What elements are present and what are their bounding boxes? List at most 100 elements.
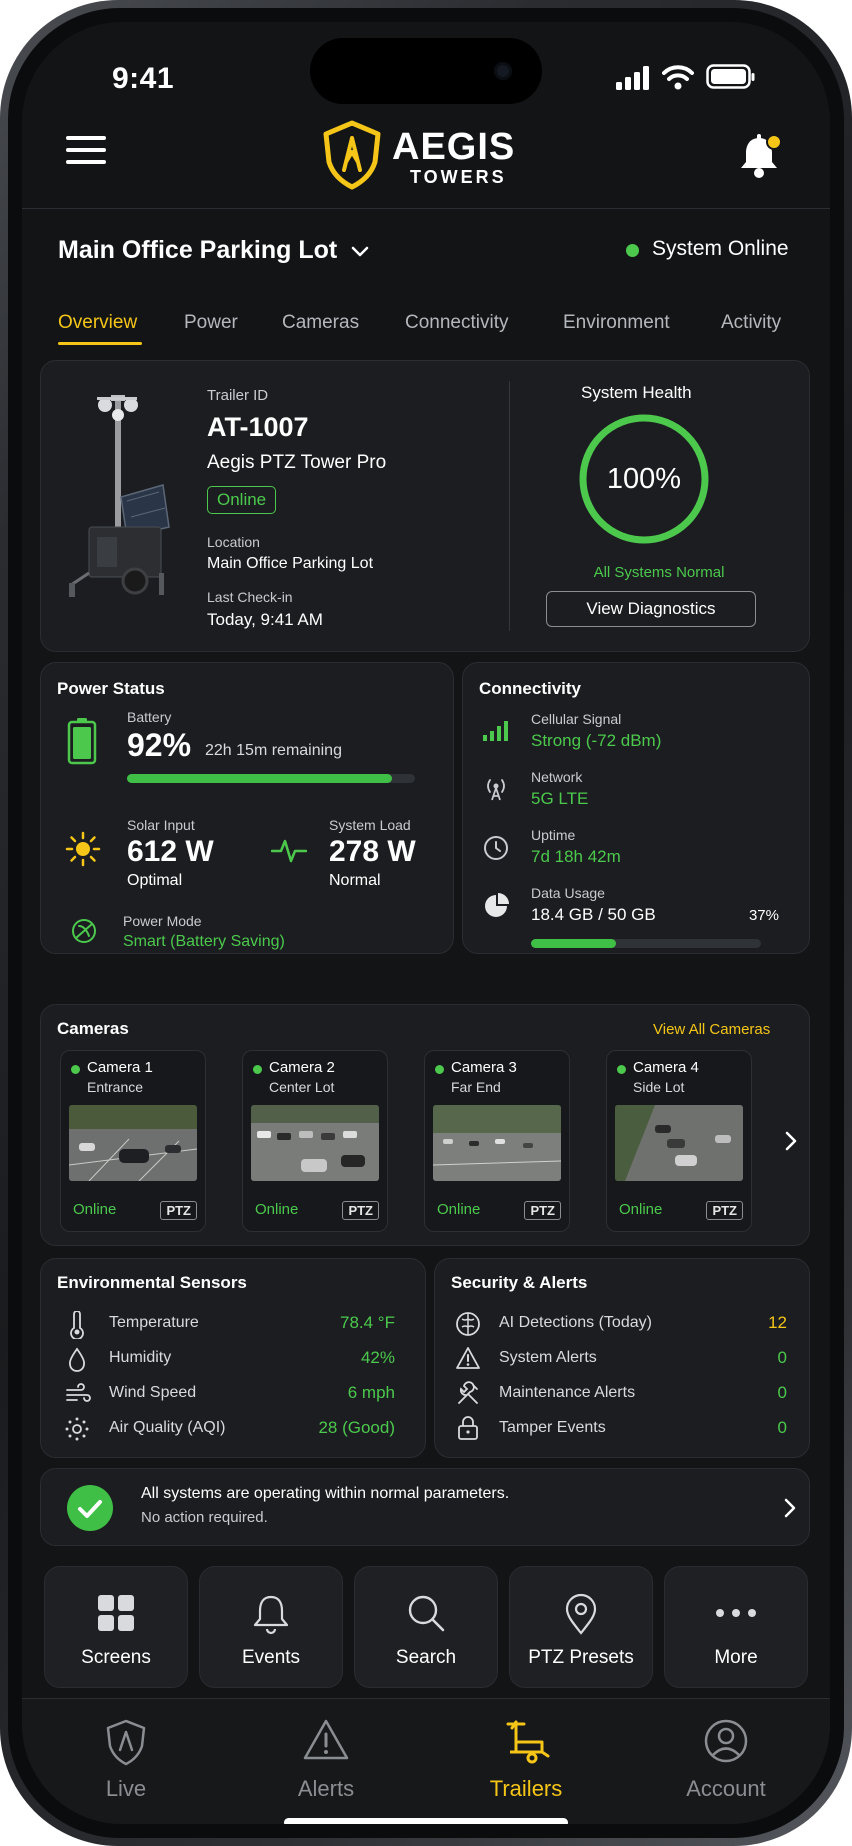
alert-label: Tamper Events	[499, 1419, 606, 1436]
sensor-value: 78.4 °F	[340, 1313, 395, 1332]
tab-cameras[interactable]: Cameras	[282, 312, 359, 334]
ptz-presets-button[interactable]: PTZ Presets	[509, 1566, 653, 1688]
sensor-value: 28 (Good)	[318, 1418, 395, 1437]
load-status: Normal	[329, 872, 381, 889]
camera-feed-thumbnail	[251, 1105, 379, 1181]
location-label: Location	[207, 534, 260, 550]
shield-icon	[106, 1719, 146, 1766]
dynamic-island	[310, 38, 542, 104]
wifi-icon	[662, 65, 694, 90]
camera-name: Camera 4	[633, 1059, 699, 1076]
ptz-badge: PTZ	[524, 1201, 561, 1220]
tab-power[interactable]: Power	[184, 312, 238, 334]
alert-label: System Alerts	[499, 1349, 597, 1366]
chevron-right-icon	[784, 1498, 796, 1518]
pie-chart-icon	[485, 893, 509, 917]
sensor-value: 42%	[360, 1348, 395, 1367]
nav-live-label: Live	[105, 1776, 147, 1801]
banner-subtitle: No action required.	[141, 1509, 268, 1526]
battery-bar	[127, 774, 415, 783]
camera-status: Online	[619, 1201, 663, 1218]
load-label: System Load	[329, 817, 411, 833]
site-selector[interactable]: Main Office Parking Lot	[58, 236, 337, 265]
alert-triangle-icon	[303, 1719, 349, 1760]
health-status: All Systems Normal	[593, 564, 725, 581]
power-mode-label: Power Mode	[123, 913, 202, 929]
sensor-label: Wind Speed	[109, 1384, 197, 1401]
screens-label: Screens	[81, 1647, 151, 1668]
trailer-status-badge: Online	[207, 486, 277, 514]
home-indicator	[284, 1818, 568, 1824]
battery-status-icon	[706, 64, 755, 89]
camera-card-1[interactable]: Camera 1 Entrance Online PTZ	[60, 1050, 206, 1232]
camera-status-dot	[617, 1065, 626, 1074]
banner-title: All systems are operating within normal …	[141, 1485, 510, 1502]
cameras-title: Cameras	[57, 1019, 129, 1038]
status-dot	[626, 244, 639, 257]
bell-icon	[741, 134, 782, 178]
power-status-card: Power Status Battery 92% 22h 15m remaini…	[40, 662, 454, 954]
load-value: 278 W	[329, 835, 416, 868]
camera-status: Online	[73, 1201, 117, 1218]
menu-icon[interactable]	[66, 134, 108, 166]
battery-remaining: 22h 15m remaining	[205, 742, 342, 759]
sun-icon	[65, 831, 101, 867]
camera-status: Online	[437, 1201, 481, 1218]
tab-overview[interactable]: Overview	[58, 312, 137, 334]
tab-environment[interactable]: Environment	[563, 312, 670, 334]
solar-label: Solar Input	[127, 817, 195, 833]
app-screen: 9:41 AEGIS TOWERS Main Office Parking Lo…	[22, 22, 830, 1824]
camera-feed-thumbnail	[615, 1105, 743, 1181]
network-value: 5G LTE	[531, 789, 589, 808]
camera-card-4[interactable]: Camera 4 Side Lot Online PTZ	[606, 1050, 752, 1232]
map-pin-icon	[565, 1593, 597, 1635]
camera-name: Camera 1	[87, 1059, 153, 1076]
data-usage-label: Data Usage	[531, 885, 605, 901]
check-circle-icon	[67, 1485, 113, 1531]
camera-card-2[interactable]: Camera 2 Center Lot Online PTZ	[242, 1050, 388, 1232]
user-circle-icon	[704, 1719, 748, 1763]
alert-value: 0	[777, 1383, 787, 1402]
environment-title: Environmental Sensors	[57, 1273, 247, 1292]
ptz-badge: PTZ	[160, 1201, 197, 1220]
events-button[interactable]: Events	[199, 1566, 343, 1688]
header-divider	[22, 208, 830, 209]
more-button[interactable]: More	[664, 1566, 808, 1688]
chevron-down-icon[interactable]	[350, 244, 370, 260]
search-button[interactable]: Search	[354, 1566, 498, 1688]
alert-label: Maintenance Alerts	[499, 1384, 636, 1401]
ptz-presets-label: PTZ Presets	[528, 1647, 634, 1668]
clock-icon	[484, 836, 508, 860]
screens-button[interactable]: Screens	[44, 1566, 188, 1688]
tower-trailer-image	[69, 395, 170, 597]
camera-status: Online	[255, 1201, 299, 1218]
grid-icon	[98, 1595, 134, 1631]
cellular-signal-icon	[616, 66, 649, 90]
system-status-banner[interactable]: All systems are operating within normal …	[40, 1468, 810, 1546]
tab-connectivity[interactable]: Connectivity	[405, 312, 509, 334]
security-title: Security & Alerts	[451, 1273, 588, 1292]
trailer-overview-card: Trailer ID AT-1007 Aegis PTZ Tower Pro O…	[40, 360, 810, 652]
warning-icon	[456, 1347, 480, 1369]
camera-location: Side Lot	[633, 1079, 685, 1095]
brand-subtitle: TOWERS	[410, 167, 507, 187]
lock-icon	[458, 1416, 478, 1440]
trailer-model: Aegis PTZ Tower Pro	[207, 452, 387, 473]
solar-value: 612 W	[127, 835, 214, 868]
tab-activity[interactable]: Activity	[721, 312, 781, 334]
alert-value: 0	[777, 1348, 787, 1367]
droplet-icon	[68, 1347, 86, 1372]
data-usage-bar-fill	[531, 939, 617, 948]
sensor-label: Temperature	[109, 1314, 199, 1331]
view-all-cameras-link[interactable]: View All Cameras	[653, 1021, 770, 1038]
camera-card-3[interactable]: Camera 3 Far End Online PTZ	[424, 1050, 570, 1232]
notifications-button[interactable]	[738, 132, 784, 180]
nav-trailers-label: Trailers	[489, 1776, 563, 1801]
cameras-next-chevron-icon[interactable]	[784, 1130, 798, 1152]
data-usage-value: 18.4 GB / 50 GB	[531, 905, 656, 924]
view-diagnostics-button[interactable]: View Diagnostics	[546, 591, 756, 627]
trailer-id: AT-1007	[207, 412, 309, 442]
aegis-logo-icon	[323, 120, 381, 190]
alert-label: AI Detections (Today)	[499, 1314, 652, 1331]
checkin-label: Last Check-in	[207, 589, 293, 605]
